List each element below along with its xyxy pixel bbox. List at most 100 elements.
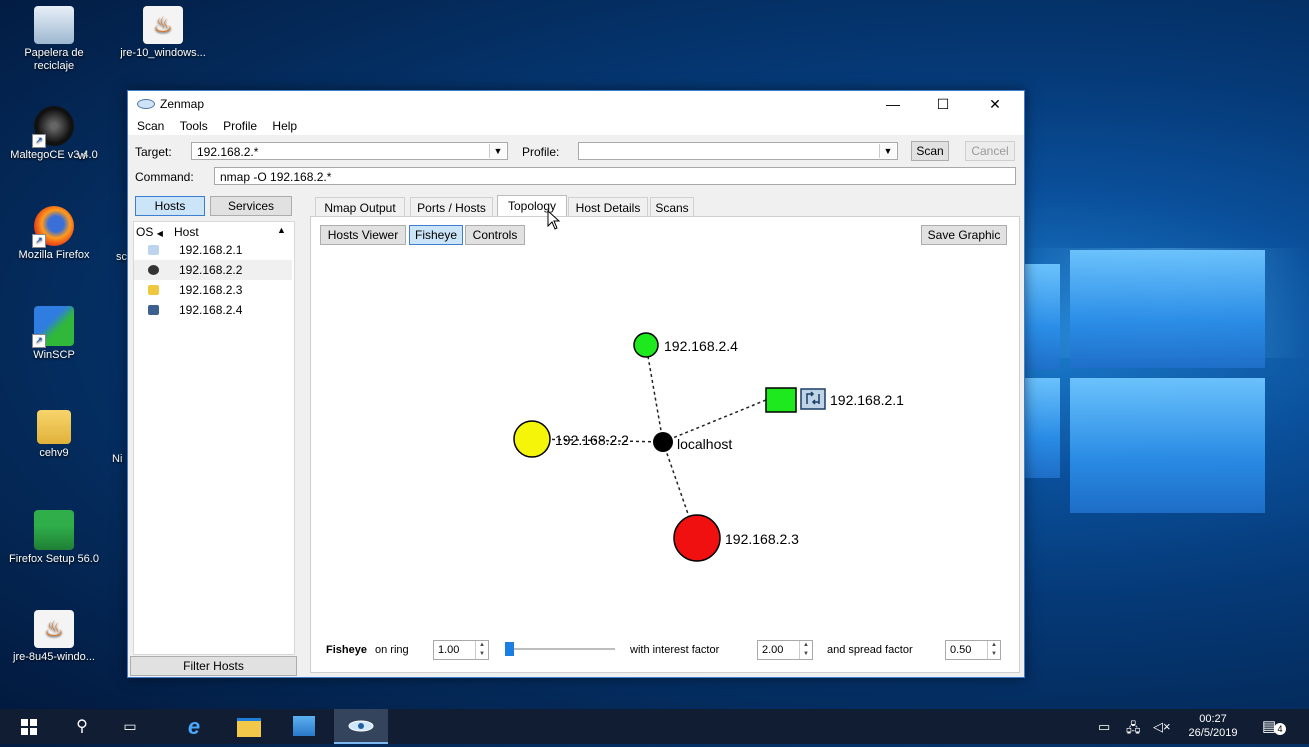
node-label-localhost: localhost — [677, 436, 732, 452]
cancel-button[interactable]: Cancel — [965, 141, 1015, 161]
desktop-icon-recycle-bin[interactable]: Papelera de reciclaje — [6, 6, 102, 73]
taskbar-file-explorer[interactable] — [225, 709, 273, 744]
scan-button[interactable]: Scan — [911, 141, 949, 161]
host-row[interactable]: 192.168.2.3 — [134, 280, 292, 300]
tab-nmap-output[interactable]: Nmap Output — [315, 197, 405, 217]
ring-spinbox[interactable]: 1.00 ▲ ▼ — [433, 640, 489, 660]
profile-combobox[interactable]: ▼ — [578, 142, 898, 160]
battery-icon[interactable]: ▭ — [1098, 719, 1110, 735]
node-192-168-2-1[interactable] — [765, 387, 797, 413]
spin-arrows-icon[interactable]: ▲ ▼ — [987, 641, 1000, 659]
spin-arrows-icon[interactable]: ▲ ▼ — [799, 641, 812, 659]
controls-toggle-button[interactable]: Controls — [465, 225, 525, 245]
desktop-icon-label: sc — [116, 251, 127, 263]
node-192-168-2-3[interactable] — [673, 514, 721, 562]
title-bar[interactable]: Zenmap — ☐ ✕ — [128, 91, 1024, 117]
ring-slider-track[interactable] — [505, 648, 615, 650]
spread-factor-label: and spread factor — [827, 644, 913, 656]
topology-graph[interactable]: 192.168.2.4 192.168.2.1 192.168.2.2 loca… — [311, 252, 1017, 652]
spin-arrows-icon[interactable]: ▲ ▼ — [475, 641, 488, 659]
host-row[interactable]: 192.168.2.2 — [134, 260, 292, 280]
desktop-icon-partial-w[interactable]: w — [78, 150, 108, 163]
host-ip: 192.168.2.1 — [179, 243, 243, 257]
filter-hosts-button[interactable]: Filter Hosts — [130, 656, 297, 676]
target-combobox[interactable]: 192.168.2.* ▼ — [191, 142, 508, 160]
desktop-icon-label: WinSCP — [33, 349, 75, 361]
menu-profile[interactable]: Profile — [223, 117, 257, 135]
hosts-viewer-button[interactable]: Hosts Viewer — [320, 225, 406, 245]
shortcut-arrow-icon: ↗ — [32, 234, 46, 248]
services-toggle-button[interactable]: Services — [210, 196, 292, 216]
host-row[interactable]: 192.168.2.1 — [134, 240, 292, 260]
edge-localhost-n4 — [645, 344, 664, 443]
desktop-icon-label: Ni — [112, 453, 123, 465]
winscp-icon: ↗ — [32, 306, 74, 348]
folder-icon — [37, 410, 71, 444]
desktop-icon-winscp[interactable]: ↗ WinSCP — [6, 306, 102, 362]
sort-left-icon: ◀ — [156, 229, 163, 238]
desktop-icon-jre10[interactable]: ♨ jre-10_windows... — [115, 6, 211, 60]
linux-os-icon — [148, 265, 159, 275]
search-button[interactable]: ⚲ — [58, 709, 106, 744]
chevron-down-icon[interactable]: ▼ — [879, 144, 896, 158]
menu-scan[interactable]: Scan — [137, 117, 164, 135]
network-icon[interactable]: 🖧 — [1126, 719, 1141, 741]
maximize-button[interactable]: ☐ — [920, 91, 966, 117]
save-graphic-button[interactable]: Save Graphic — [921, 225, 1007, 245]
clock-date: 26/5/2019 — [1188, 727, 1238, 739]
host-ip: 192.168.2.2 — [179, 263, 243, 277]
tab-scans[interactable]: Scans — [650, 197, 694, 217]
zenmap-window: Zenmap — ☐ ✕ Scan Tools Profile Help Tar… — [127, 90, 1025, 678]
close-button[interactable]: ✕ — [972, 91, 1018, 117]
node-192-168-2-2[interactable] — [513, 420, 551, 458]
desktop-icon-cehv9[interactable]: cehv9 — [6, 410, 102, 460]
installer-icon — [34, 510, 74, 550]
node-label-n3: 192.168.2.3 — [725, 531, 799, 547]
network-app-icon — [293, 716, 315, 736]
desktop-icon-label: cehv9 — [39, 447, 69, 459]
tab-host-details[interactable]: Host Details — [568, 197, 648, 217]
node-label-n2: 192.168.2.2 — [555, 432, 629, 448]
desktop-icon-label: Firefox Setup 56.0 — [9, 553, 99, 565]
hosts-toggle-button[interactable]: Hosts — [135, 196, 205, 216]
taskbar-network-app[interactable] — [280, 709, 328, 744]
desktop-icon-jre8[interactable]: ♨ jre-8u45-windo... — [6, 610, 102, 664]
clock[interactable]: 00:27 26/5/2019 — [1183, 712, 1243, 740]
notification-count-badge: 4 — [1274, 723, 1286, 735]
taskbar-zenmap[interactable] — [334, 709, 388, 744]
host-column-header[interactable]: Host — [174, 225, 199, 239]
interest-spinbox[interactable]: 2.00 ▲ ▼ — [757, 640, 813, 660]
search-icon: ⚲ — [76, 718, 88, 735]
menu-tools[interactable]: Tools — [180, 117, 208, 135]
ring-slider-thumb[interactable] — [505, 642, 514, 656]
chevron-down-icon[interactable]: ▼ — [489, 144, 506, 158]
windows-os-icon — [148, 305, 159, 315]
task-view-button[interactable]: ▭ — [106, 709, 154, 744]
command-input[interactable]: nmap -O 192.168.2.* — [214, 167, 1016, 185]
minimize-button[interactable]: — — [870, 91, 916, 117]
tab-ports-hosts[interactable]: Ports / Hosts — [410, 197, 493, 217]
volume-muted-icon[interactable]: ◁× — [1153, 719, 1171, 735]
target-label: Target: — [135, 145, 172, 159]
ring-value: 1.00 — [438, 644, 460, 656]
node-localhost[interactable] — [653, 432, 673, 452]
shortcut-arrow-icon: ↗ — [32, 334, 46, 348]
desktop-icon-firefox-setup[interactable]: Firefox Setup 56.0 — [6, 510, 102, 566]
os-column-header[interactable]: OS ◀ — [136, 225, 163, 239]
firefox-icon: ↗ — [32, 206, 74, 248]
fisheye-toggle-button[interactable]: Fisheye — [409, 225, 463, 245]
os-column-label: OS — [136, 225, 154, 239]
start-button[interactable] — [5, 709, 53, 744]
spread-spinbox[interactable]: 0.50 ▲ ▼ — [945, 640, 1001, 660]
desktop-icon-firefox[interactable]: ↗ Mozilla Firefox — [6, 206, 102, 262]
command-value: nmap -O 192.168.2.* — [220, 170, 332, 184]
taskbar-edge[interactable]: e — [170, 709, 218, 744]
action-center-button[interactable]: ▤ 4 — [1262, 717, 1286, 735]
node-192-168-2-4[interactable] — [633, 332, 659, 358]
host-row[interactable]: 192.168.2.4 — [134, 300, 292, 320]
desktop-icon-label: Papelera de reciclaje — [24, 47, 84, 72]
menu-help[interactable]: Help — [272, 117, 297, 135]
clock-time: 00:27 — [1199, 713, 1227, 725]
maltego-icon: ↗ — [32, 106, 74, 148]
sort-up-icon: ▲ — [277, 225, 286, 235]
